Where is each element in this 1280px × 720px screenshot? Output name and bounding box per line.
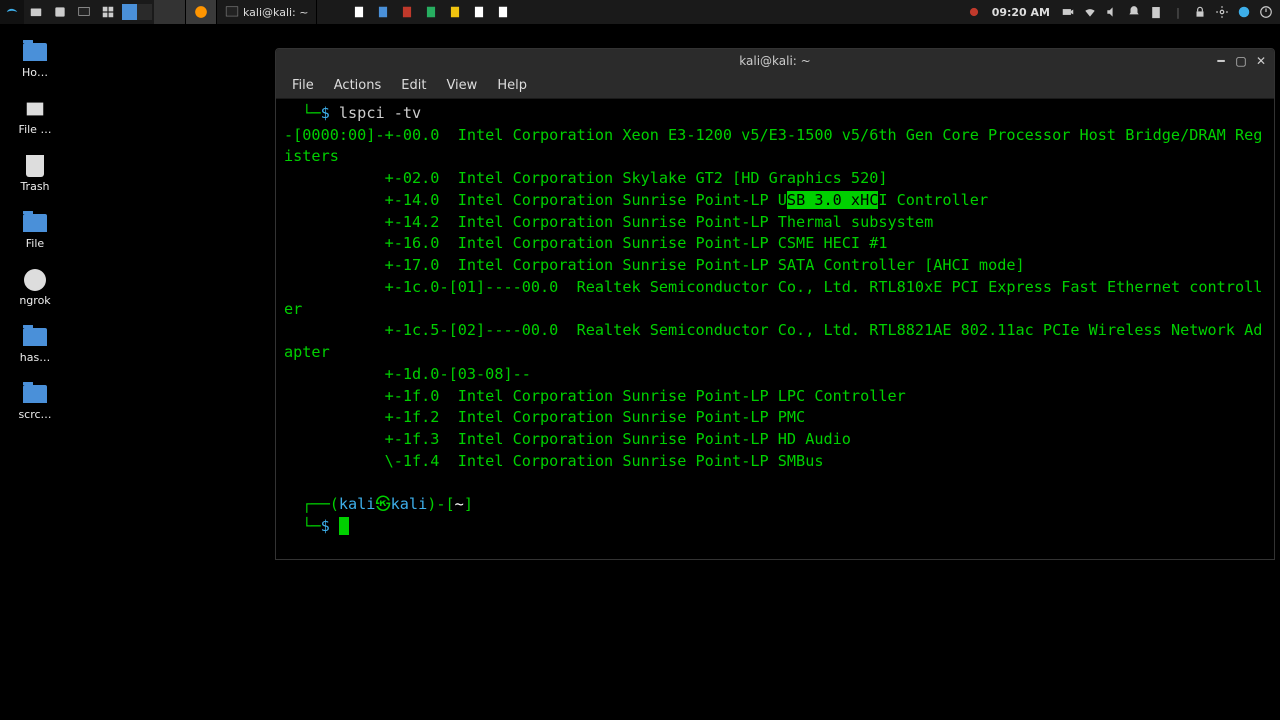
settings-icon[interactable] <box>1214 4 1230 20</box>
doc-icon-5[interactable] <box>443 0 467 24</box>
terminal-cursor <box>339 517 349 535</box>
desktop-icon-file[interactable]: File <box>8 211 62 250</box>
taskbar-item-terminal[interactable]: kali@kali: ~ <box>217 0 317 24</box>
desktop-icons: Ho… File … Trash File ngrok has… scrc… <box>8 40 68 421</box>
desktop-icon-label: scrc… <box>18 408 51 421</box>
menubar: File Actions Edit View Help <box>276 73 1274 99</box>
terminal-output-line: -[0000:00]-+-00.0 Intel Corporation Xeon… <box>284 126 1262 166</box>
terminal-output-line: +-02.0 Intel Corporation Skylake GT2 [HD… <box>284 169 888 187</box>
globe-icon[interactable] <box>1236 4 1252 20</box>
terminal-command: lspci -tv <box>339 104 421 122</box>
doc-icon-1[interactable] <box>347 0 371 24</box>
desktop[interactable]: Ho… File … Trash File ngrok has… scrc… k… <box>0 24 1280 720</box>
files-icon[interactable] <box>24 0 48 24</box>
kali-menu-icon[interactable] <box>0 0 24 24</box>
prompt-path: ~ <box>455 495 464 513</box>
menu-file[interactable]: File <box>282 74 324 97</box>
app-icon[interactable] <box>48 0 72 24</box>
desktop-icon-label: File … <box>19 123 52 136</box>
doc-icon-4[interactable] <box>419 0 443 24</box>
terminal-output-line: +-1c.5-[02]----00.0 Realtek Semiconducto… <box>284 321 1262 361</box>
terminal-body[interactable]: └─$ lspci -tv -[0000:00]-+-00.0 Intel Co… <box>276 99 1274 559</box>
desktop-icon-scrc[interactable]: scrc… <box>8 382 62 421</box>
divider-icon: | <box>1170 4 1186 20</box>
prompt-symbol: $ <box>321 517 330 535</box>
window-title: kali@kali: ~ <box>739 54 810 68</box>
workspace-indicator[interactable] <box>122 4 152 20</box>
terminal-output-line: I Controller <box>878 191 988 209</box>
window-titlebar[interactable]: kali@kali: ~ ━ ▢ ✕ <box>276 49 1274 73</box>
menu-edit[interactable]: Edit <box>391 74 436 97</box>
terminal-output-line: +-14.2 Intel Corporation Sunrise Point-L… <box>284 213 933 231</box>
terminal-output-line: +-1f.3 Intel Corporation Sunrise Point-L… <box>284 430 851 448</box>
desktop-icon-ngrok[interactable]: ngrok <box>8 268 62 307</box>
desktop-icon-filesystem[interactable]: File … <box>8 97 62 136</box>
power-icon[interactable] <box>1258 4 1274 20</box>
menu-view[interactable]: View <box>436 74 487 97</box>
prompt-host: kali <box>391 495 428 513</box>
terminal-output-line: +-14.0 Intel Corporation Sunrise Point-L… <box>284 191 787 209</box>
doc-icon-6[interactable] <box>467 0 491 24</box>
desktop-icon-home[interactable]: Ho… <box>8 40 62 79</box>
terminal-output-line: +-1f.0 Intel Corporation Sunrise Point-L… <box>284 387 906 405</box>
prompt-symbol: $ <box>321 104 330 122</box>
terminal-window: kali@kali: ~ ━ ▢ ✕ File Actions Edit Vie… <box>275 48 1275 560</box>
lock-icon[interactable] <box>1192 4 1208 20</box>
close-button[interactable]: ✕ <box>1252 53 1270 69</box>
desktop-icon-label: has… <box>20 351 50 364</box>
battery-icon[interactable] <box>1148 4 1164 20</box>
taskbar-item-label: kali@kali: ~ <box>243 6 308 19</box>
taskbar-item-firefox[interactable] <box>186 0 217 24</box>
camera-icon[interactable] <box>1060 4 1076 20</box>
record-icon[interactable] <box>966 4 982 20</box>
menu-help[interactable]: Help <box>487 74 537 97</box>
desktop-icon-label: ngrok <box>19 294 50 307</box>
terminal-output-line: +-1c.0-[01]----00.0 Realtek Semiconducto… <box>284 278 1262 318</box>
doc-icon-2[interactable] <box>371 0 395 24</box>
menu-actions[interactable]: Actions <box>324 74 392 97</box>
maximize-button[interactable]: ▢ <box>1232 53 1250 69</box>
desktop-icon-trash[interactable]: Trash <box>8 154 62 193</box>
prompt-user: kali <box>339 495 376 513</box>
terminal-output-line: +-1d.0-[03-08]-- <box>284 365 531 383</box>
wifi-icon[interactable] <box>1082 4 1098 20</box>
terminal-output-line: +-17.0 Intel Corporation Sunrise Point-L… <box>284 256 1025 274</box>
taskbar-item-empty[interactable] <box>154 0 186 24</box>
terminal-output-line: +-16.0 Intel Corporation Sunrise Point-L… <box>284 234 888 252</box>
desktop-icon-label: File <box>26 237 44 250</box>
terminal-output-line: \-1f.4 Intel Corporation Sunrise Point-L… <box>284 452 824 470</box>
minimize-button[interactable]: ━ <box>1212 53 1230 69</box>
top-panel: kali@kali: ~ 09:20 AM | <box>0 0 1280 24</box>
volume-icon[interactable] <box>1104 4 1120 20</box>
desktop-icon-label: Ho… <box>22 66 48 79</box>
terminal-selection: SB 3.0 xHC <box>787 191 878 209</box>
doc-icon-7[interactable] <box>491 0 515 24</box>
terminal-output-line: +-1f.2 Intel Corporation Sunrise Point-L… <box>284 408 805 426</box>
clock[interactable]: 09:20 AM <box>992 6 1050 19</box>
desktop-icon-has[interactable]: has… <box>8 325 62 364</box>
bell-icon[interactable] <box>1126 4 1142 20</box>
doc-icon-3[interactable] <box>395 0 419 24</box>
app2-icon[interactable] <box>96 0 120 24</box>
terminal-launcher-icon[interactable] <box>72 0 96 24</box>
desktop-icon-label: Trash <box>20 180 49 193</box>
